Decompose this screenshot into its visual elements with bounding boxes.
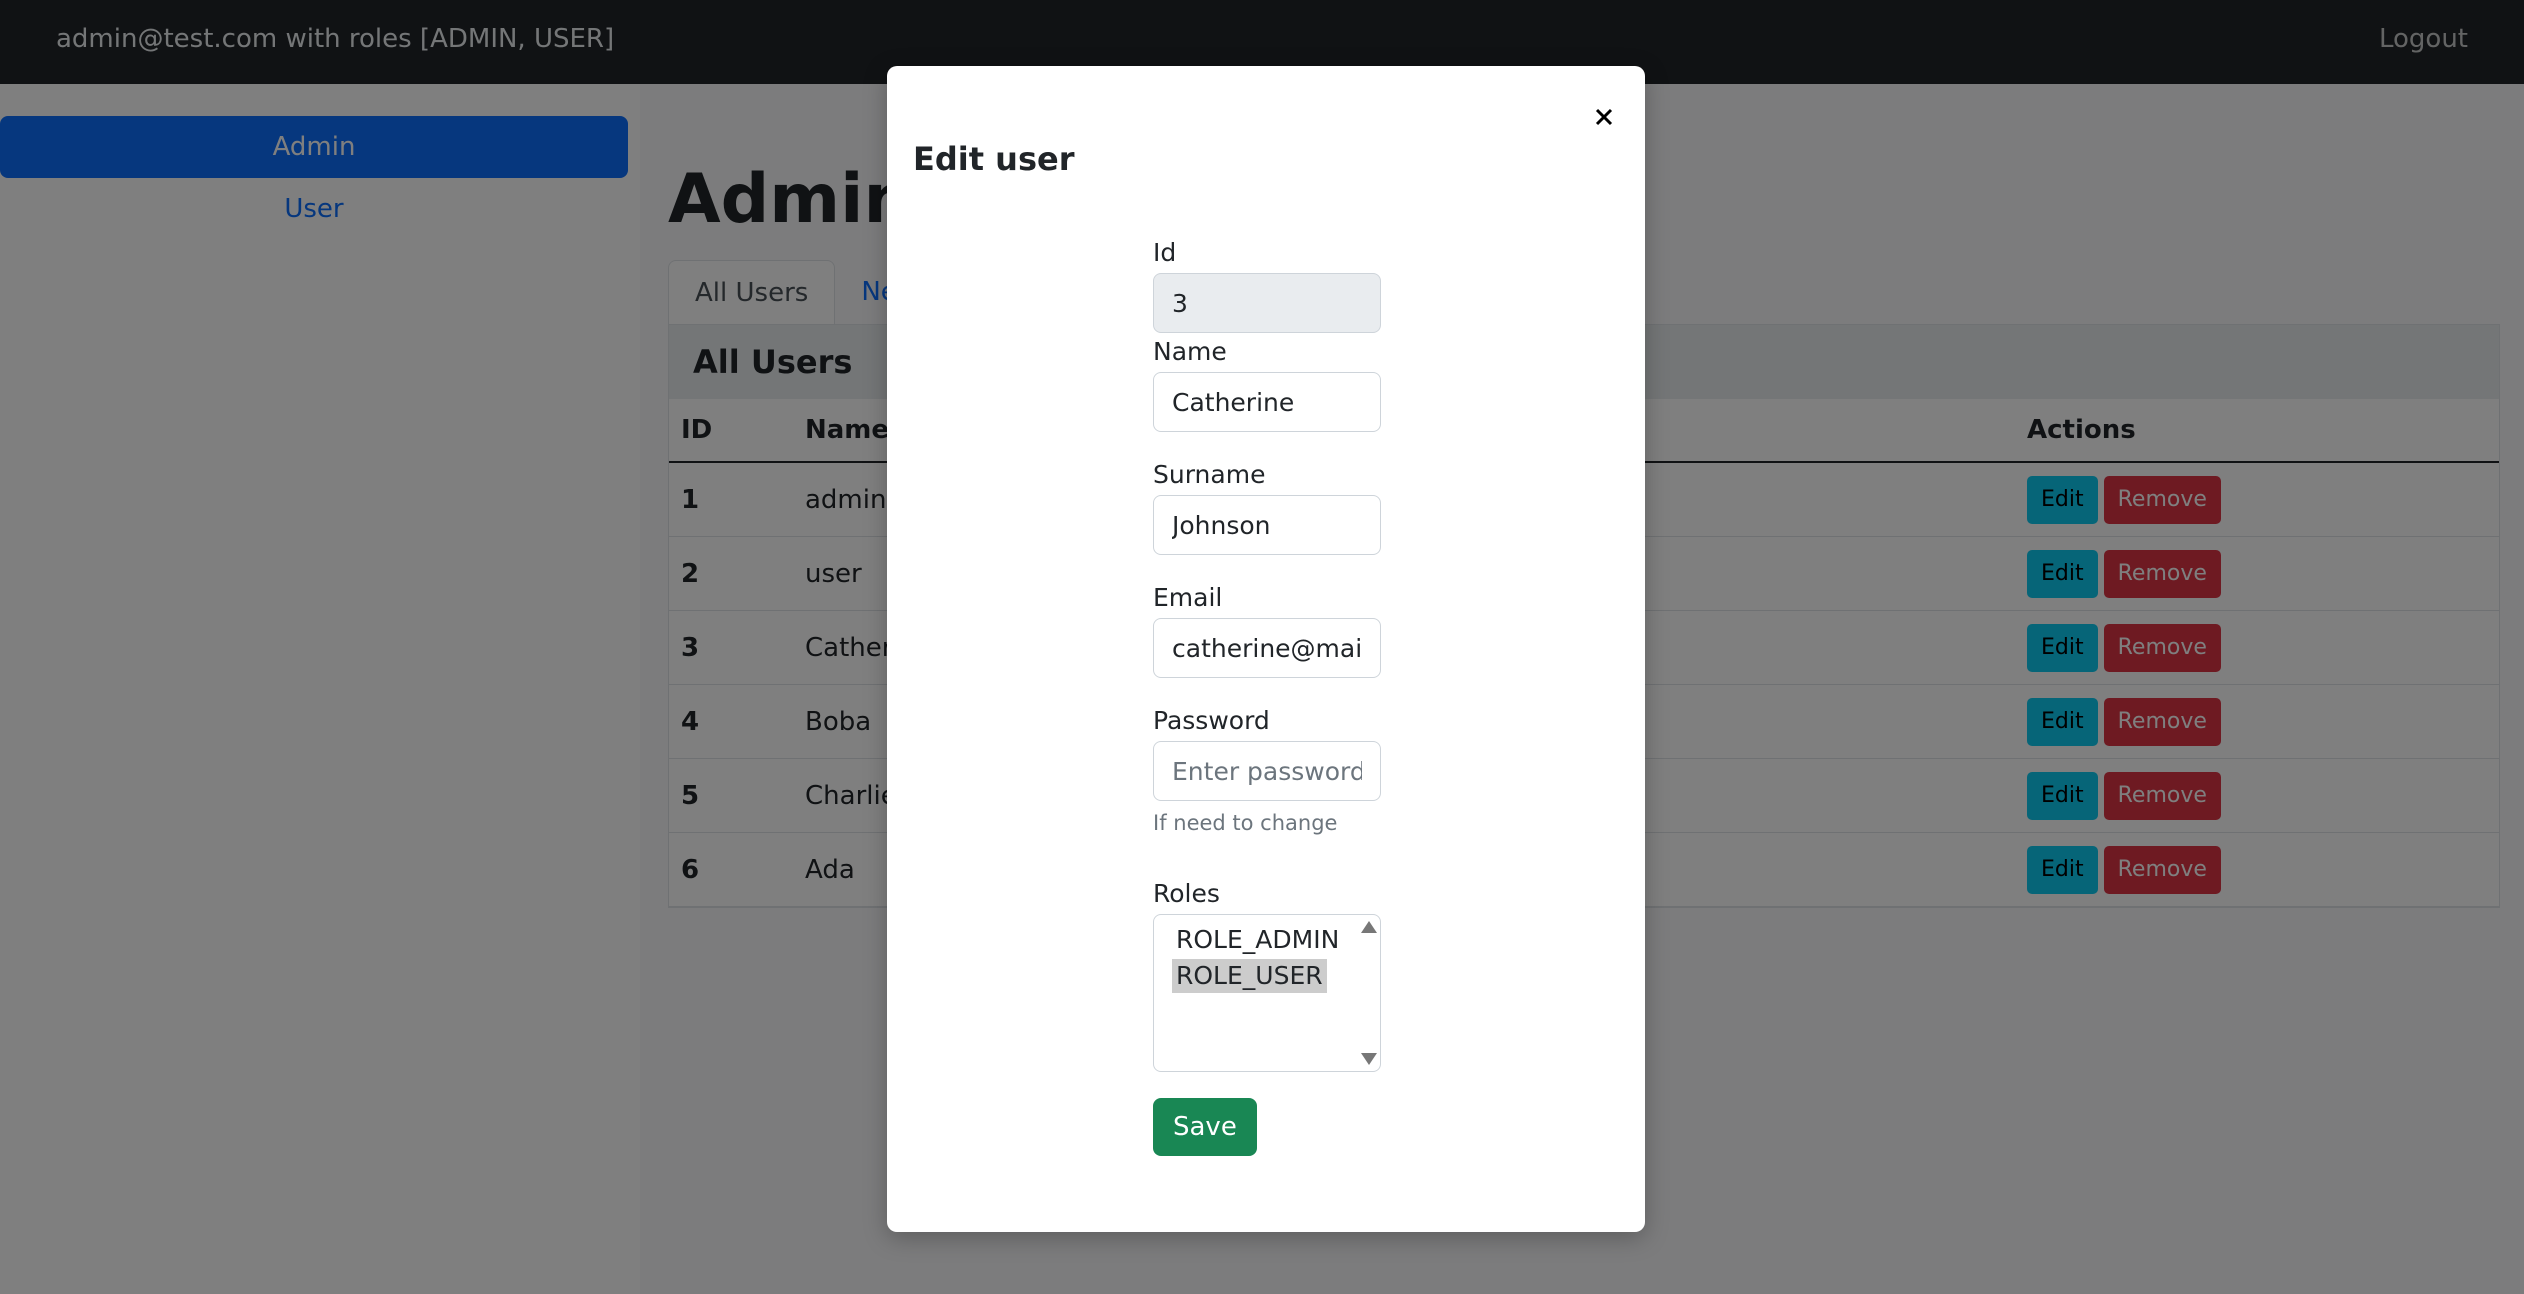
- surname-field[interactable]: [1153, 495, 1381, 555]
- roles-select[interactable]: ROLE_ADMIN ROLE_USER: [1153, 914, 1381, 1072]
- roles-scrollbar[interactable]: [1358, 917, 1378, 1069]
- edit-user-form: Id Name Surname Email Password If need t…: [1153, 238, 1383, 1156]
- roles-label: Roles: [1153, 879, 1220, 908]
- password-help-text: If need to change: [1153, 811, 1338, 835]
- password-field[interactable]: [1153, 741, 1381, 801]
- name-label: Name: [1153, 337, 1227, 366]
- role-option-user[interactable]: ROLE_USER: [1172, 959, 1327, 993]
- scroll-up-arrow-icon[interactable]: [1361, 921, 1377, 933]
- close-icon[interactable]: [1583, 96, 1625, 138]
- name-field[interactable]: [1153, 372, 1381, 432]
- email-field[interactable]: [1153, 618, 1381, 678]
- role-option-admin[interactable]: ROLE_ADMIN: [1172, 923, 1343, 957]
- id-field: [1153, 273, 1381, 333]
- modal-title: Edit user: [913, 140, 1075, 178]
- password-label: Password: [1153, 706, 1270, 735]
- id-label: Id: [1153, 238, 1177, 267]
- surname-label: Surname: [1153, 460, 1266, 489]
- save-button[interactable]: Save: [1153, 1098, 1257, 1156]
- scroll-down-arrow-icon[interactable]: [1361, 1053, 1377, 1065]
- email-label: Email: [1153, 583, 1223, 612]
- edit-user-modal: Edit user Id Name Surname Email Password…: [887, 66, 1645, 1232]
